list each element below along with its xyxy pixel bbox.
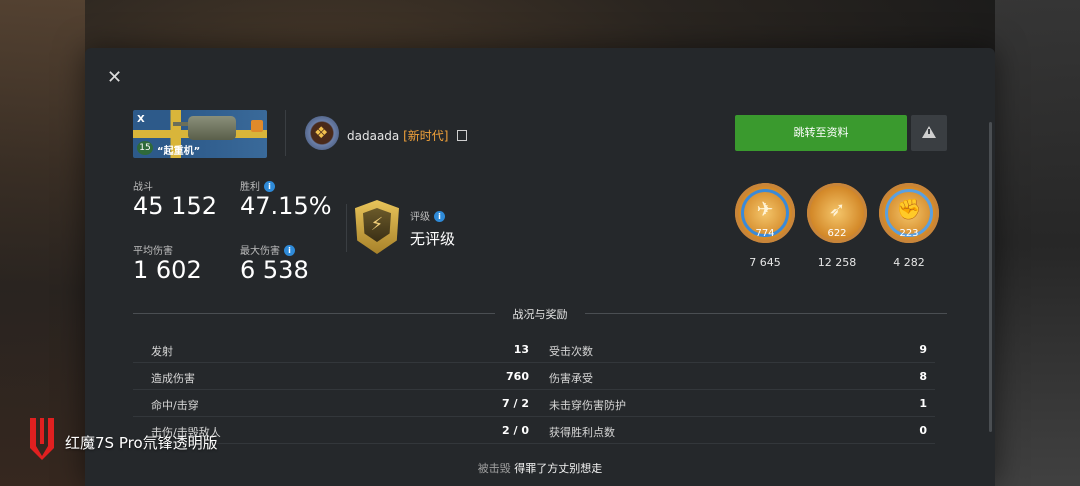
tank-icon: [188, 116, 236, 140]
stat-value: 47.15%: [240, 192, 332, 220]
redmagic-logo-icon: [30, 418, 54, 460]
medal-count: 7 645: [749, 256, 781, 269]
destroyed-by-label: 被击毁: [477, 462, 511, 475]
stat-row: 发射 13: [133, 336, 537, 363]
watermark-text: 红魔7S Pro氘锋透明版: [65, 434, 218, 452]
player-stats-panel: ✕ X 15 “起重机” ❖ dadaada [新时代] 战斗 45 152 胜…: [85, 48, 995, 486]
medal-fist[interactable]: ✊ 223: [879, 183, 939, 243]
stat-row: 受击次数 9: [531, 336, 935, 363]
report-button[interactable]: [911, 115, 947, 151]
player-name-line: dadaada [新时代]: [347, 127, 468, 144]
stat-row: 获得胜利点数 0: [531, 417, 935, 444]
background-left: [0, 0, 85, 486]
medal-cannon[interactable]: ✈ 774: [735, 183, 795, 243]
section-title: 战况与奖励: [512, 308, 568, 321]
rating-value: 无评级: [410, 230, 456, 248]
medal-crossbow[interactable]: ➶ 622: [807, 183, 867, 243]
medal-count: 4 282: [893, 256, 925, 269]
clan-tag[interactable]: [新时代]: [403, 129, 448, 143]
medal-badge: 223: [899, 228, 919, 239]
stat-value: 6 538: [240, 256, 309, 284]
player-name: dadaada: [347, 129, 400, 143]
medal-count: 12 258: [817, 256, 857, 269]
stat-battles: 战斗 45 152: [133, 178, 217, 219]
crossbow-medal-icon: ➶: [828, 197, 846, 221]
info-icon[interactable]: i: [264, 181, 275, 192]
rating-label: 评级: [410, 212, 430, 223]
info-icon[interactable]: i: [434, 211, 445, 222]
cannon-medal-icon: ✈: [756, 197, 774, 221]
background-right: [995, 0, 1080, 486]
go-to-profile-button[interactable]: 跳转至资料: [735, 115, 907, 151]
info-icon[interactable]: i: [284, 245, 295, 256]
rating-shield-icon: ⚡: [355, 200, 399, 254]
stat-row: 未击穿伤害防护 1: [531, 390, 935, 417]
clan-logo-icon: ❖: [305, 116, 339, 150]
vehicle-name: “起重机”: [157, 146, 201, 157]
divider: [285, 110, 286, 156]
vehicle-card: X 15 “起重机”: [133, 110, 267, 158]
fist-medal-icon: ✊: [896, 197, 922, 221]
stat-row: 造成伤害 760: [133, 363, 537, 390]
vehicle-tier-badge: X: [137, 114, 145, 125]
stat-label: 平均伤害: [133, 246, 173, 257]
close-icon[interactable]: ✕: [107, 69, 123, 87]
section-header: 战况与奖励: [133, 306, 947, 321]
divider: [346, 204, 347, 252]
stat-max-damage: 最大伤害 i 6 538: [240, 242, 309, 283]
destroyed-by-line: 被击毁 得罪了方丈别想走: [85, 460, 995, 476]
stat-winrate: 胜利 i 47.15%: [240, 178, 332, 219]
scrollbar[interactable]: [989, 122, 992, 432]
vehicle-level: 15: [137, 141, 153, 155]
stat-avg-damage: 平均伤害 1 602: [133, 242, 202, 283]
medal-badge: 622: [827, 228, 847, 239]
stat-value: 45 152: [133, 192, 217, 220]
medal-badge: 774: [755, 228, 775, 239]
vehicle-class-icon: [251, 120, 263, 132]
destroyed-by-name[interactable]: 得罪了方丈别想走: [514, 462, 602, 475]
stat-label: 战斗: [133, 182, 153, 193]
stat-value: 1 602: [133, 256, 202, 284]
stat-row: 命中/击穿 7 / 2: [133, 390, 537, 417]
copy-icon[interactable]: [457, 130, 468, 141]
stat-row: 伤害承受 8: [531, 363, 935, 390]
